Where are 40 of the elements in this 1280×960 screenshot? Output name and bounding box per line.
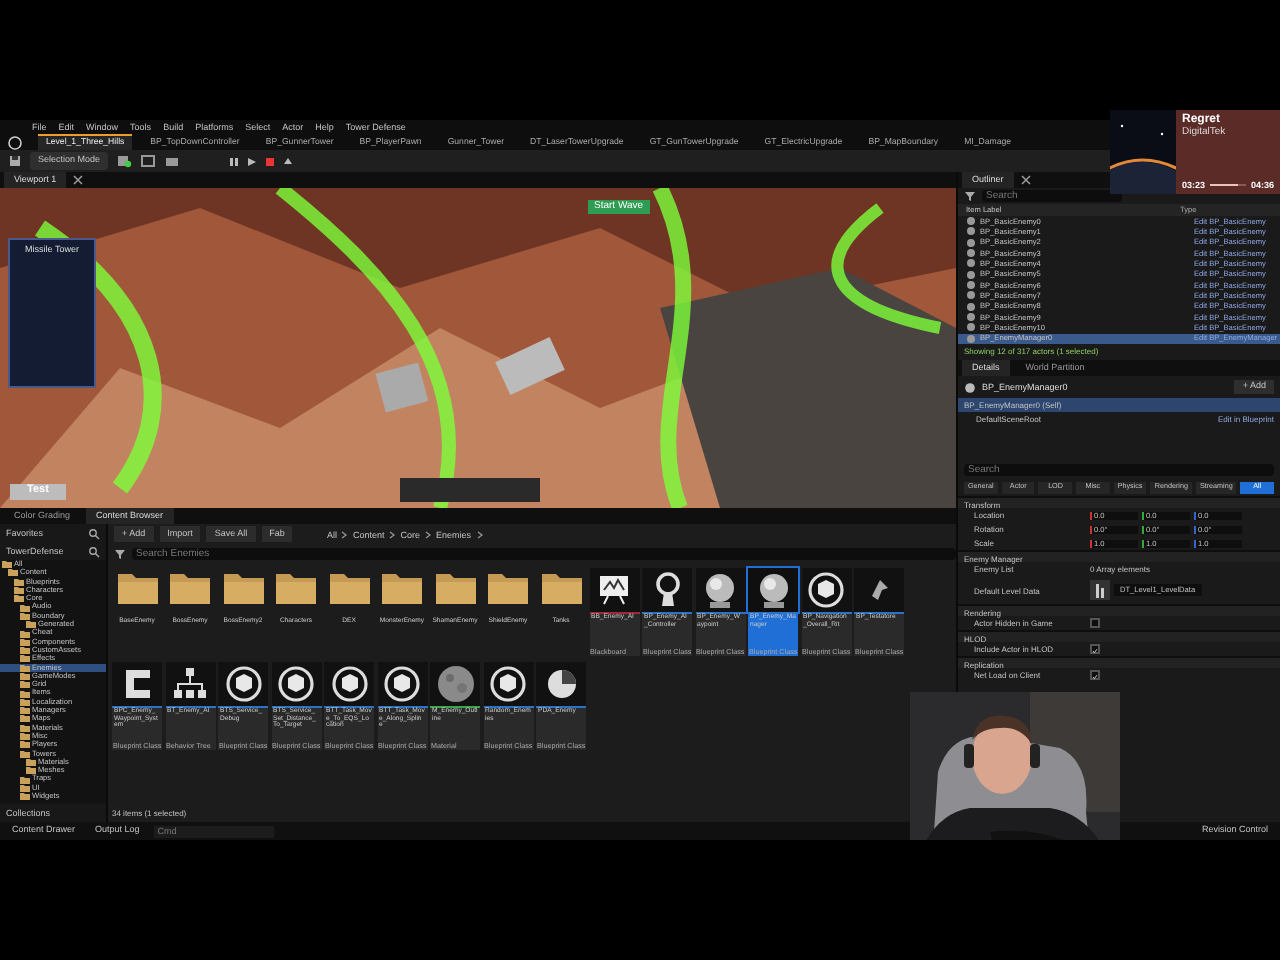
cube-icon (221, 662, 265, 706)
play-icon[interactable] (246, 155, 259, 167)
add-actor-icon[interactable] (116, 154, 133, 168)
folder-icon[interactable] (168, 570, 212, 606)
filter-icon[interactable] (964, 189, 976, 202)
chevron-icon (423, 529, 432, 539)
stop-icon[interactable] (264, 155, 277, 167)
close-icon[interactable] (72, 174, 85, 186)
folder-icon[interactable] (433, 570, 477, 606)
chevron-icon (475, 529, 483, 539)
cube-icon (274, 662, 318, 706)
cube-icon (380, 662, 424, 706)
save-icon[interactable] (8, 154, 22, 168)
search-icon[interactable] (88, 527, 100, 539)
folder-icon[interactable] (380, 570, 424, 606)
checkbox[interactable] (1090, 618, 1100, 628)
checkbox[interactable] (1090, 644, 1100, 654)
search-icon[interactable] (88, 545, 100, 557)
material-ball-icon (433, 662, 477, 706)
pause-icon[interactable] (228, 155, 241, 167)
folder-icon[interactable] (221, 570, 265, 606)
clapper-icon[interactable] (164, 154, 181, 168)
folder-icon[interactable] (327, 570, 371, 606)
eject-icon[interactable] (282, 155, 295, 167)
close-icon[interactable] (1019, 173, 1032, 186)
folder-icon[interactable] (486, 570, 530, 606)
filter-icon[interactable] (114, 547, 126, 559)
cube-icon (327, 662, 371, 706)
cube-icon (804, 568, 848, 612)
checkbox[interactable] (1090, 670, 1100, 680)
folder-icon[interactable] (539, 570, 583, 606)
blueprint-icon[interactable] (140, 154, 157, 168)
asset-thumbnail-icon (1090, 580, 1110, 600)
chevron-icon (340, 529, 349, 539)
engine-logo-icon (8, 135, 22, 149)
chevron-icon (388, 529, 397, 539)
folder-icon[interactable] (274, 570, 318, 606)
cube-icon (486, 662, 530, 706)
folder-icon[interactable] (115, 570, 159, 606)
actor-icon (964, 381, 976, 393)
